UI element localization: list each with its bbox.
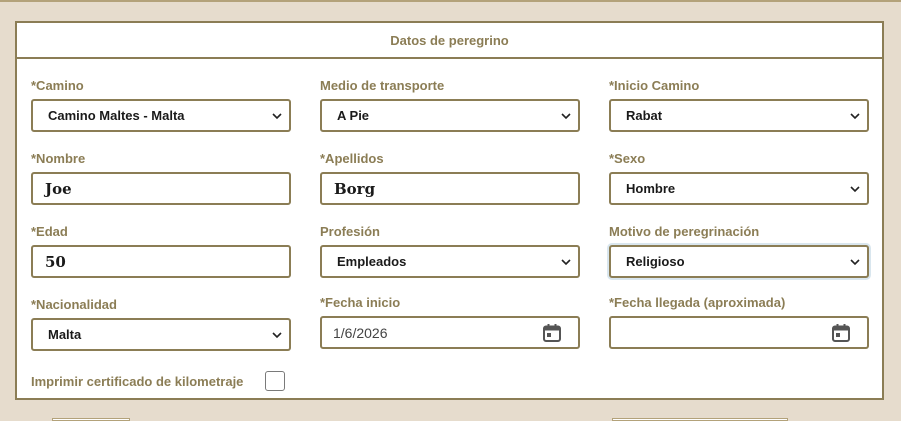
motivo-value: Religioso xyxy=(626,254,685,269)
panel-title: Datos de peregrino xyxy=(17,23,882,59)
fecha-llegada-field: *Fecha llegada (aproximada) xyxy=(609,295,869,349)
fecha-llegada-label: *Fecha llegada (aproximada) xyxy=(609,295,786,310)
chevron-down-icon xyxy=(272,112,282,119)
inicio-label: *Inicio Camino xyxy=(609,78,700,93)
edad-field: *Edad 50 xyxy=(31,224,291,278)
chevron-down-icon xyxy=(850,185,860,192)
camino-label: *Camino xyxy=(31,78,84,93)
calendar-icon[interactable] xyxy=(831,323,851,343)
fecha-inicio-field: *Fecha inicio 1/6/2026 xyxy=(320,295,580,349)
motivo-field: Motivo de peregrinación Religioso xyxy=(609,224,869,278)
camino-value: Camino Maltes - Malta xyxy=(48,108,185,123)
chevron-down-icon xyxy=(561,112,571,119)
fecha-inicio-label: *Fecha inicio xyxy=(320,295,401,310)
chevron-down-icon xyxy=(561,258,571,265)
inicio-field: *Inicio Camino Rabat xyxy=(609,78,869,132)
motivo-label: Motivo de peregrinación xyxy=(609,224,760,239)
transporte-value: A Pie xyxy=(337,108,370,123)
sexo-select[interactable]: Hombre xyxy=(609,172,869,205)
nacionalidad-value: Malta xyxy=(48,327,82,342)
edad-label: *Edad xyxy=(31,224,68,239)
apellidos-label: *Apellidos xyxy=(320,151,384,166)
certificado-checkbox[interactable] xyxy=(265,371,286,391)
top-border-line xyxy=(0,0,901,2)
camino-select[interactable]: Camino Maltes - Malta xyxy=(31,99,291,132)
pilgrim-data-panel: Datos de peregrino *Camino Camino Maltes… xyxy=(15,21,884,400)
nombre-input[interactable]: Joe xyxy=(31,172,291,205)
profesion-value: Empleados xyxy=(337,254,407,269)
profesion-label: Profesión xyxy=(320,224,380,239)
nacionalidad-select[interactable]: Malta xyxy=(31,318,291,351)
certificado-row: Imprimir certificado de kilometraje xyxy=(31,371,286,391)
profesion-field: Profesión Empleados xyxy=(320,224,580,278)
inicio-select[interactable]: Rabat xyxy=(609,99,869,132)
transporte-select[interactable]: A Pie xyxy=(320,99,580,132)
transporte-label: Medio de transporte xyxy=(320,78,445,93)
apellidos-field: *Apellidos Borg xyxy=(320,151,580,205)
fecha-llegada-input[interactable] xyxy=(609,316,869,349)
nombre-field: *Nombre Joe xyxy=(31,151,291,205)
nombre-label: *Nombre xyxy=(31,151,86,166)
transporte-field: Medio de transporte A Pie xyxy=(320,78,580,132)
inicio-value: Rabat xyxy=(626,108,663,123)
chevron-down-icon xyxy=(850,112,860,119)
apellidos-input[interactable]: Borg xyxy=(320,172,580,205)
fecha-inicio-value: 1/6/2026 xyxy=(333,324,388,341)
sexo-label: *Sexo xyxy=(609,151,646,166)
chevron-down-icon xyxy=(850,258,860,265)
nacionalidad-label: *Nacionalidad xyxy=(31,297,117,312)
calendar-icon[interactable] xyxy=(542,323,562,343)
profesion-select[interactable]: Empleados xyxy=(320,245,580,278)
chevron-down-icon xyxy=(272,331,282,338)
nacionalidad-field: *Nacionalidad Malta xyxy=(31,297,291,351)
edad-input[interactable]: 50 xyxy=(31,245,291,278)
motivo-select[interactable]: Religioso xyxy=(609,245,869,278)
certificado-label: Imprimir certificado de kilometraje xyxy=(31,373,244,389)
sexo-field: *Sexo Hombre xyxy=(609,151,869,205)
fecha-inicio-input[interactable]: 1/6/2026 xyxy=(320,316,580,349)
camino-field: *Camino Camino Maltes - Malta xyxy=(31,78,291,132)
sexo-value: Hombre xyxy=(626,181,676,196)
